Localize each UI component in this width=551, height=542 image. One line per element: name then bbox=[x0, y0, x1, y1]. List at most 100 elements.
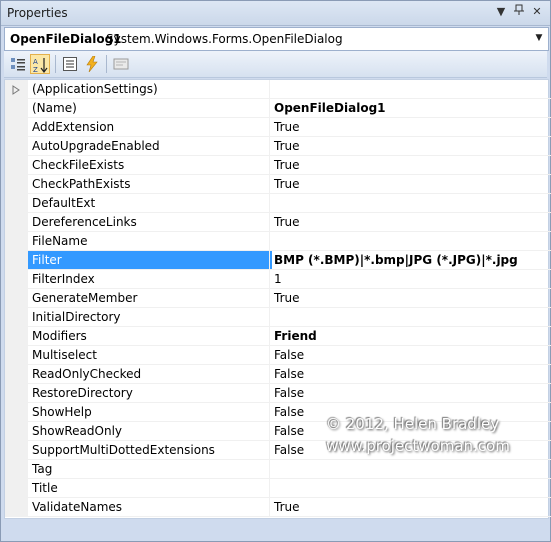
watermark-line-1: © 2012, Helen Bradley bbox=[326, 415, 500, 433]
row-gutter bbox=[5, 308, 28, 327]
property-name[interactable]: GenerateMember bbox=[28, 289, 272, 308]
property-row[interactable]: InitialDirectory bbox=[5, 308, 551, 327]
property-name[interactable]: CheckPathExists bbox=[28, 175, 272, 194]
property-value[interactable]: Friend bbox=[269, 327, 551, 346]
property-value[interactable]: False bbox=[269, 365, 551, 384]
property-row[interactable]: FilterIndex 1 bbox=[5, 270, 551, 289]
property-name[interactable]: ReadOnlyChecked bbox=[28, 365, 272, 384]
property-value[interactable]: False bbox=[269, 346, 551, 365]
property-name[interactable]: (Name) bbox=[28, 99, 272, 118]
property-name[interactable]: Modifiers bbox=[28, 327, 272, 346]
alphabetical-button[interactable]: A Z bbox=[30, 54, 50, 74]
property-value[interactable]: OpenFileDialog1 bbox=[269, 99, 551, 118]
property-value[interactable] bbox=[269, 194, 551, 213]
alphabetical-icon: A Z bbox=[33, 58, 48, 73]
properties-icon bbox=[63, 57, 77, 71]
property-row[interactable]: ReadOnlyChecked False bbox=[5, 365, 551, 384]
row-gutter bbox=[5, 441, 28, 460]
events-button[interactable] bbox=[82, 54, 102, 74]
row-gutter bbox=[5, 99, 28, 118]
property-row[interactable]: FileName bbox=[5, 232, 551, 251]
lightning-icon bbox=[86, 56, 98, 72]
property-name[interactable]: InitialDirectory bbox=[28, 308, 272, 327]
property-value[interactable]: True bbox=[269, 118, 551, 137]
property-value[interactable]: BMP (*.BMP)|*.bmp|JPG (*.JPG)|*.jpg bbox=[269, 251, 551, 270]
property-pages-button[interactable] bbox=[111, 54, 131, 74]
property-name[interactable]: AutoUpgradeEnabled bbox=[28, 137, 272, 156]
property-name[interactable]: ShowHelp bbox=[28, 403, 272, 422]
property-name[interactable]: ShowReadOnly bbox=[28, 422, 272, 441]
property-value[interactable] bbox=[269, 460, 551, 479]
property-name[interactable]: Title bbox=[28, 479, 272, 498]
property-row[interactable]: RestoreDirectory False bbox=[5, 384, 551, 403]
panel-title: Properties bbox=[7, 6, 68, 20]
svg-text:Z: Z bbox=[33, 66, 38, 73]
property-name[interactable]: Tag bbox=[28, 460, 272, 479]
property-value[interactable]: True bbox=[269, 175, 551, 194]
property-row[interactable]: Modifiers Friend bbox=[5, 327, 551, 346]
row-gutter bbox=[5, 460, 28, 479]
property-name[interactable]: DereferenceLinks bbox=[28, 213, 272, 232]
row-gutter bbox=[5, 232, 28, 251]
window-position-dropdown-icon[interactable]: ▼ bbox=[494, 4, 508, 20]
property-row[interactable]: CheckPathExists True bbox=[5, 175, 551, 194]
row-gutter bbox=[5, 365, 28, 384]
property-name[interactable]: Filter bbox=[28, 251, 272, 270]
copyright-watermark: © 2012, Helen Bradley www.projectwoman.c… bbox=[326, 413, 510, 457]
property-pages-icon bbox=[113, 58, 129, 70]
property-row[interactable]: (Name) OpenFileDialog1 bbox=[5, 99, 551, 118]
property-value[interactable]: True bbox=[269, 213, 551, 232]
object-type: System.Windows.Forms.OpenFileDialog bbox=[106, 32, 343, 46]
property-row[interactable]: Tag bbox=[5, 460, 551, 479]
property-name[interactable]: CheckFileExists bbox=[28, 156, 272, 175]
property-value[interactable]: 1 bbox=[269, 270, 551, 289]
property-row[interactable]: (ApplicationSettings) bbox=[5, 80, 551, 99]
property-name[interactable]: FileName bbox=[28, 232, 272, 251]
row-gutter bbox=[5, 118, 28, 137]
property-row[interactable]: AutoUpgradeEnabled True bbox=[5, 137, 551, 156]
row-gutter bbox=[5, 289, 28, 308]
pin-icon[interactable] bbox=[512, 4, 526, 20]
property-value[interactable] bbox=[269, 232, 551, 251]
property-value[interactable]: True bbox=[269, 137, 551, 156]
expand-arrow-icon[interactable] bbox=[12, 84, 20, 98]
title-bar: Properties ▼ ✕ bbox=[1, 1, 550, 26]
row-gutter bbox=[5, 251, 28, 270]
property-row[interactable]: Title bbox=[5, 479, 551, 498]
property-value[interactable]: True bbox=[269, 156, 551, 175]
row-gutter bbox=[5, 498, 28, 517]
property-value[interactable] bbox=[269, 479, 551, 498]
property-row[interactable]: DereferenceLinks True bbox=[5, 213, 551, 232]
chevron-down-icon[interactable]: ▼ bbox=[532, 30, 546, 46]
object-selector[interactable]: OpenFileDialog1 System.Windows.Forms.Ope… bbox=[4, 27, 549, 51]
watermark-line-2: www.projectwoman.com bbox=[326, 437, 510, 455]
property-name[interactable]: DefaultExt bbox=[28, 194, 272, 213]
categorized-icon bbox=[11, 58, 25, 71]
properties-button[interactable] bbox=[60, 54, 80, 74]
property-name[interactable]: FilterIndex bbox=[28, 270, 272, 289]
row-gutter bbox=[5, 175, 28, 194]
property-name[interactable]: (ApplicationSettings) bbox=[28, 80, 272, 99]
property-value[interactable]: True bbox=[269, 289, 551, 308]
property-row[interactable]: GenerateMember True bbox=[5, 289, 551, 308]
property-name[interactable]: Multiselect bbox=[28, 346, 272, 365]
close-icon[interactable]: ✕ bbox=[530, 4, 544, 20]
property-row[interactable]: AddExtension True bbox=[5, 118, 551, 137]
property-name[interactable]: RestoreDirectory bbox=[28, 384, 272, 403]
property-name[interactable]: ValidateNames bbox=[28, 498, 272, 517]
property-name[interactable]: AddExtension bbox=[28, 118, 272, 137]
property-row[interactable]: Filter BMP (*.BMP)|*.bmp|JPG (*.JPG)|*.jp… bbox=[5, 251, 551, 270]
property-value[interactable]: True bbox=[269, 498, 551, 517]
row-gutter bbox=[5, 346, 28, 365]
properties-window: Properties ▼ ✕ OpenFileDialog1 System.Wi… bbox=[0, 0, 551, 542]
property-row[interactable]: Multiselect False bbox=[5, 346, 551, 365]
property-row[interactable]: ValidateNames True bbox=[5, 498, 551, 517]
property-row[interactable]: CheckFileExists True bbox=[5, 156, 551, 175]
property-value[interactable] bbox=[269, 308, 551, 327]
property-value[interactable]: False bbox=[269, 384, 551, 403]
property-value[interactable] bbox=[269, 80, 551, 99]
row-gutter bbox=[5, 327, 28, 346]
property-row[interactable]: DefaultExt bbox=[5, 194, 551, 213]
categorized-button[interactable] bbox=[8, 54, 28, 74]
property-name[interactable]: SupportMultiDottedExtensions bbox=[28, 441, 272, 460]
